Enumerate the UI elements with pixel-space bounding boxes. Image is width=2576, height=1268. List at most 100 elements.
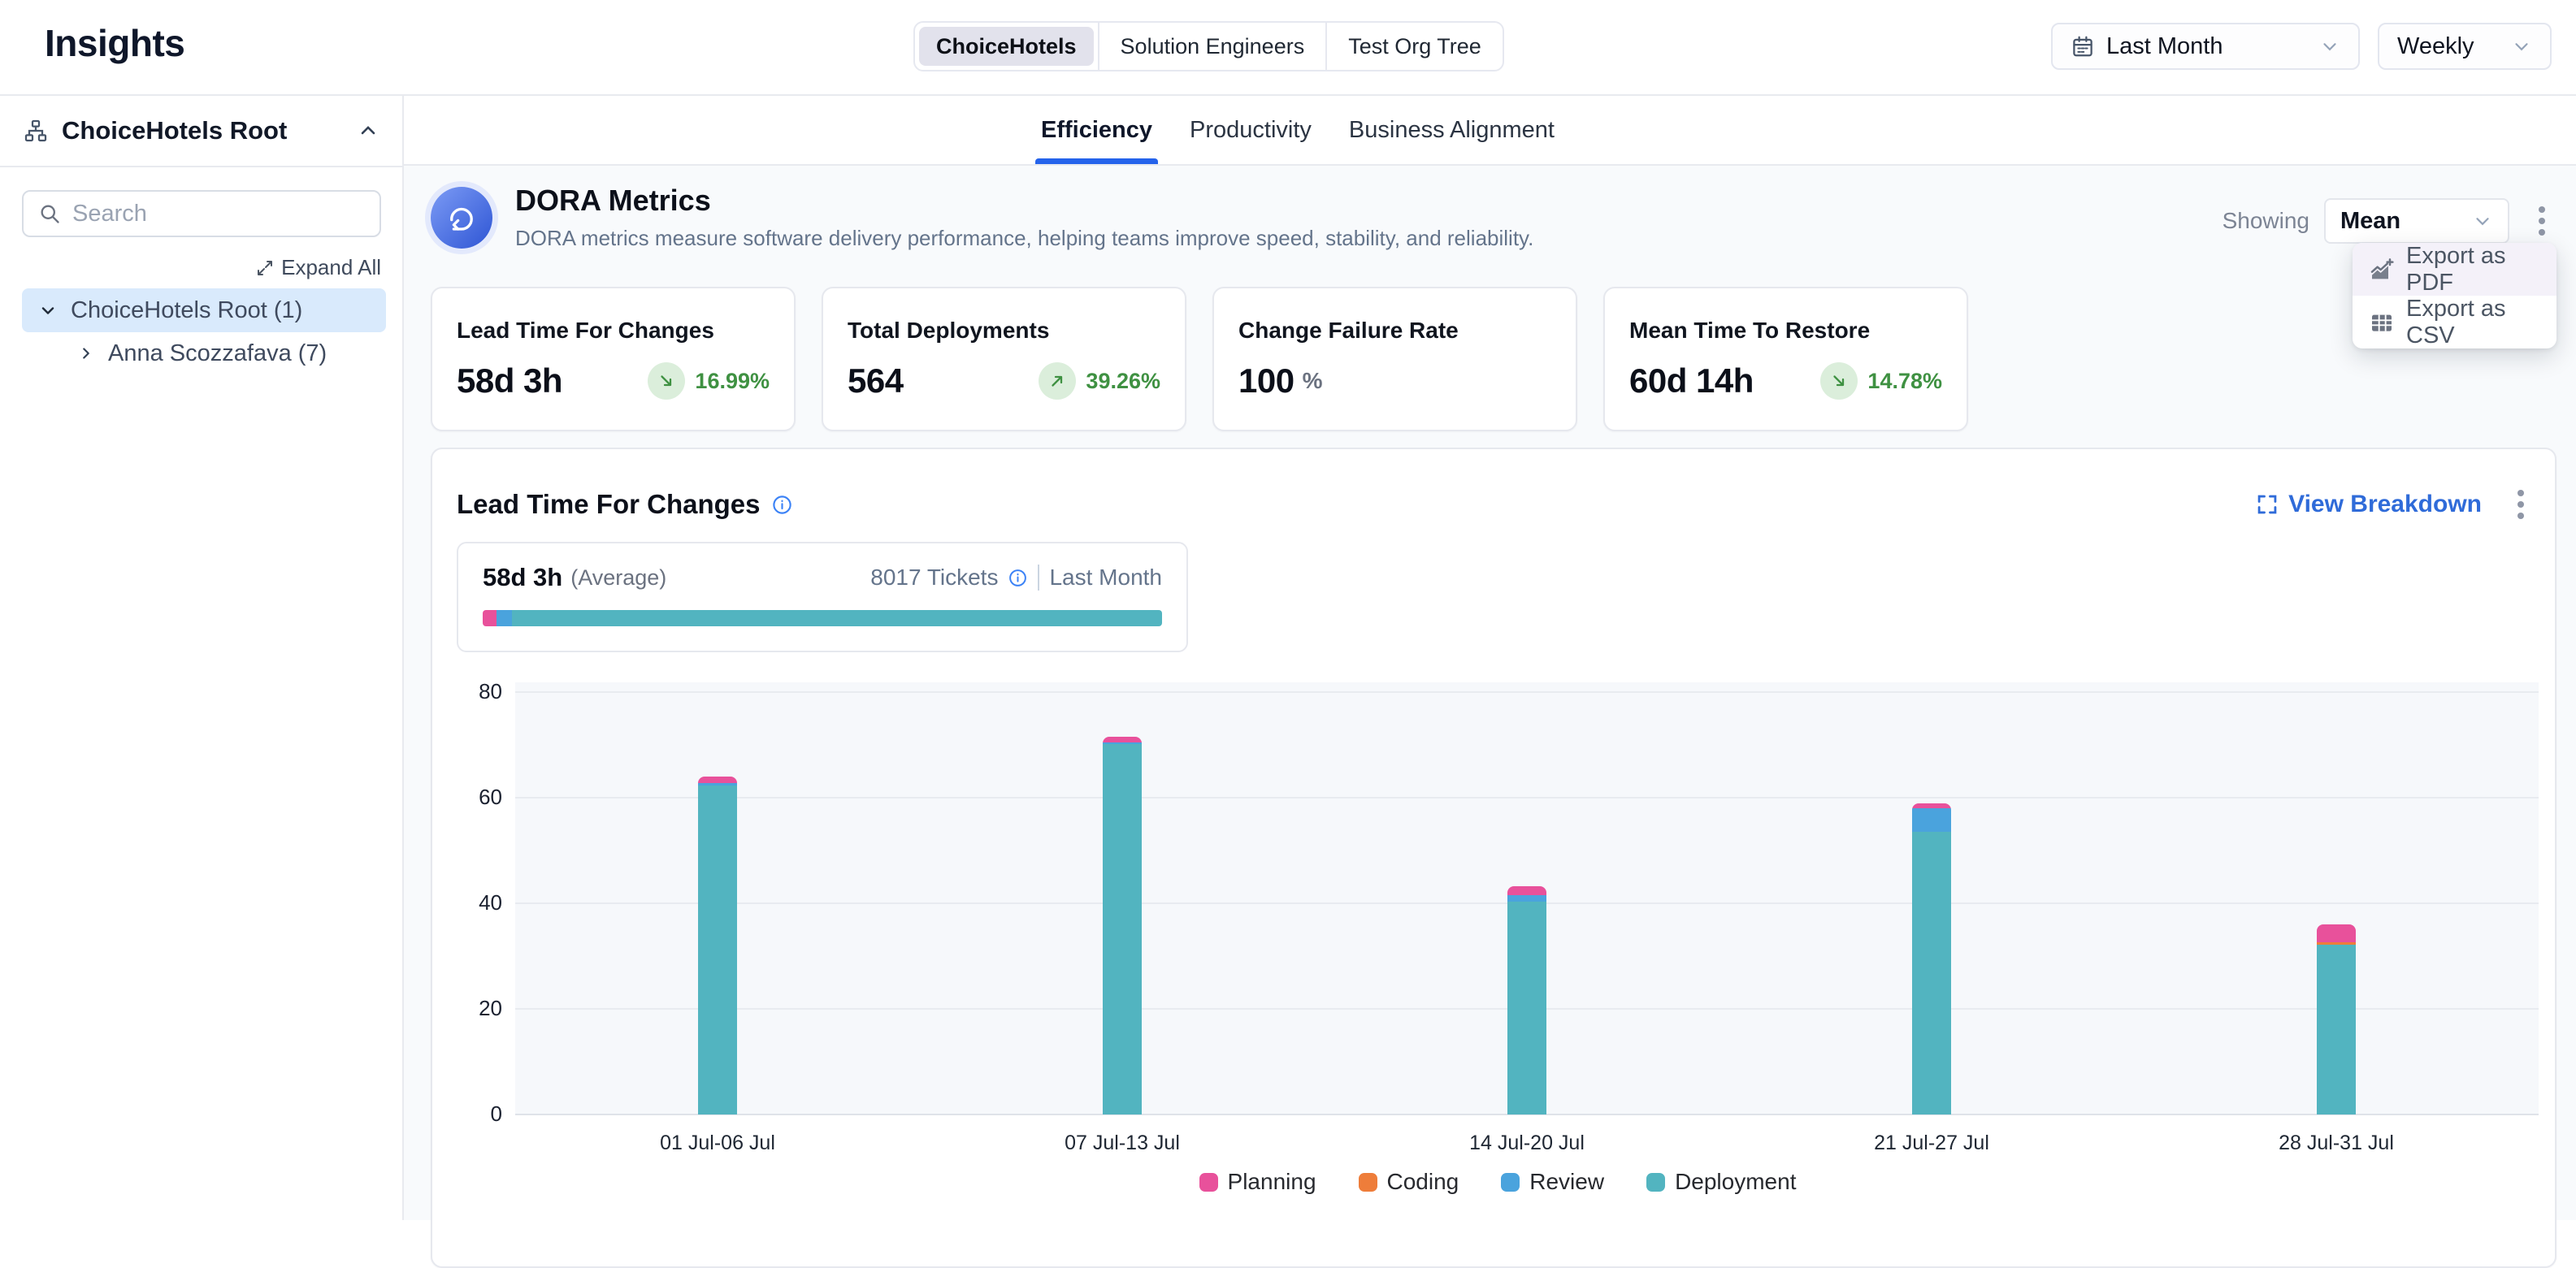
legend-swatch [1501, 1173, 1520, 1192]
section-tabs: Efficiency Productivity Business Alignme… [404, 96, 2576, 166]
showing-label: Showing [2223, 208, 2309, 234]
stacked-bar-5[interactable] [2317, 924, 2356, 1114]
chevron-down-icon[interactable] [38, 301, 58, 320]
expand-all-label: Expand All [281, 255, 381, 280]
info-icon[interactable] [771, 494, 793, 516]
info-icon[interactable] [1008, 568, 1028, 588]
export-pdf-menu-item[interactable]: Export as PDF [2353, 243, 2556, 296]
legend-item-planning[interactable]: Planning [1199, 1169, 1316, 1195]
bar-segment-deployment [1912, 832, 1951, 1114]
chart-kebab-menu-button[interactable] [2503, 482, 2539, 527]
y-axis: 020406080 [457, 682, 515, 1115]
calendar-icon [2071, 34, 2095, 58]
metric-cards-row: Lead Time For Changes 58d 3h 16.99% Tota… [431, 287, 2560, 431]
top-bar: Insights ChoiceHotels Solution Engineers… [0, 0, 2576, 96]
legend-swatch [1359, 1173, 1377, 1192]
bar-segment-deployment [698, 785, 737, 1114]
trend-badge: 16.99% [648, 362, 770, 400]
org-switcher: ChoiceHotels Solution Engineers Test Org… [913, 21, 1504, 71]
plot-area [515, 682, 2539, 1115]
metric-value: 564 [848, 361, 904, 400]
x-axis-label: 01 Jul-06 Jul [660, 1132, 775, 1155]
collapse-sidebar-button[interactable] [357, 119, 379, 142]
export-menu: Export as PDF Export as CSV [2353, 243, 2556, 348]
org-tab-solution-engineers[interactable]: Solution Engineers [1099, 23, 1328, 70]
progress-segment-review [497, 610, 512, 626]
chart-title: Lead Time For Changes [457, 489, 760, 520]
trend-badge: 14.78% [1820, 362, 1942, 400]
y-axis-tick: 60 [479, 785, 502, 810]
granularity-value: Weekly [2397, 33, 2474, 60]
granularity-select[interactable]: Weekly [2378, 23, 2552, 70]
chevron-down-icon [2511, 36, 2532, 57]
sidebar-root-label: ChoiceHotels Root [62, 116, 344, 145]
main-panel: Efficiency Productivity Business Alignme… [404, 96, 2576, 1220]
legend-item-coding[interactable]: Coding [1359, 1169, 1459, 1195]
dora-kebab-menu-button[interactable] [2524, 198, 2560, 244]
y-axis-tick: 0 [491, 1101, 502, 1127]
search-icon [38, 202, 61, 225]
org-tree: ChoiceHotels Root (1) Anna Scozzafava (7… [0, 288, 402, 374]
metric-value: 60d 14h [1629, 361, 1754, 400]
chart-plus-icon [2369, 257, 2395, 283]
aggregation-select[interactable]: Mean [2324, 198, 2509, 244]
lead-time-chart: 020406080 [457, 682, 2539, 1115]
legend-swatch [1199, 1173, 1218, 1192]
tab-business-alignment[interactable]: Business Alignment [1349, 96, 1555, 164]
card-total-deployments: Total Deployments 564 39.26% [822, 287, 1186, 431]
chevron-down-icon [2472, 210, 2493, 232]
chevron-right-icon[interactable] [77, 344, 95, 362]
export-csv-menu-item[interactable]: Export as CSV [2353, 296, 2556, 348]
page-title: Insights [45, 21, 184, 65]
metric-unit: % [1303, 368, 1323, 394]
expand-all-button[interactable]: Expand All [21, 255, 381, 280]
tab-productivity[interactable]: Productivity [1190, 96, 1312, 164]
tree-item-anna-scozzafava[interactable]: Anna Scozzafava (7) [22, 332, 402, 374]
stacked-bar-3[interactable] [1507, 886, 1546, 1114]
phase-progress-bar [483, 610, 1162, 626]
legend-item-deployment[interactable]: Deployment [1646, 1169, 1796, 1195]
bar-segment-deployment [2317, 945, 2356, 1114]
trend-down-icon [1820, 362, 1858, 400]
expand-corners-icon [2256, 493, 2279, 516]
x-axis-label: 07 Jul-13 Jul [1065, 1132, 1180, 1155]
tree-item-root[interactable]: ChoiceHotels Root (1) [22, 288, 386, 332]
date-range-value: Last Month [2106, 33, 2223, 60]
date-range-select[interactable]: Last Month [2051, 23, 2360, 70]
average-value: 58d 3h [483, 563, 562, 592]
y-axis-tick: 20 [479, 996, 502, 1021]
metric-value: 100 [1238, 361, 1295, 400]
metric-value: 58d 3h [457, 361, 562, 400]
search-input[interactable] [72, 201, 365, 227]
org-tree-sidebar: ChoiceHotels Root Expand All ChoiceHotel… [0, 96, 404, 1220]
tickets-count: 8017 Tickets [870, 565, 998, 591]
trend-up-icon [1039, 362, 1076, 400]
legend-label: Planning [1228, 1169, 1316, 1195]
dora-title: DORA Metrics [515, 184, 1533, 218]
bar-segment-deployment [1103, 744, 1142, 1114]
y-axis-tick: 40 [479, 890, 502, 915]
tree-item-label: Anna Scozzafava (7) [108, 340, 327, 367]
divider [1038, 565, 1039, 591]
dora-description: DORA metrics measure software delivery p… [515, 226, 1533, 251]
sidebar-search [22, 190, 381, 237]
average-summary-card: 58d 3h (Average) 8017 Tickets Last Month [457, 542, 1188, 652]
period-label: Last Month [1049, 565, 1162, 591]
table-icon [2369, 309, 2395, 335]
legend-label: Coding [1387, 1169, 1459, 1195]
stacked-bar-1[interactable] [698, 777, 737, 1114]
bar-segment-review [1507, 895, 1546, 902]
legend-label: Review [1529, 1169, 1604, 1195]
legend-item-review[interactable]: Review [1501, 1169, 1604, 1195]
view-breakdown-button[interactable]: View Breakdown [2256, 491, 2482, 518]
org-tab-test-org-tree[interactable]: Test Org Tree [1327, 23, 1503, 70]
org-tab-choicehotels[interactable]: ChoiceHotels [915, 23, 1099, 70]
stacked-bar-4[interactable] [1912, 803, 1951, 1115]
x-axis-label: 28 Jul-31 Jul [2279, 1132, 2394, 1155]
x-axis: 01 Jul-06 Jul07 Jul-13 Jul14 Jul-20 Jul2… [515, 1115, 2539, 1162]
tab-efficiency[interactable]: Efficiency [1041, 96, 1152, 164]
stacked-bar-2[interactable] [1103, 737, 1142, 1114]
legend-swatch [1646, 1173, 1665, 1192]
tree-item-label: ChoiceHotels Root (1) [71, 297, 302, 324]
org-tree-icon [23, 118, 49, 144]
